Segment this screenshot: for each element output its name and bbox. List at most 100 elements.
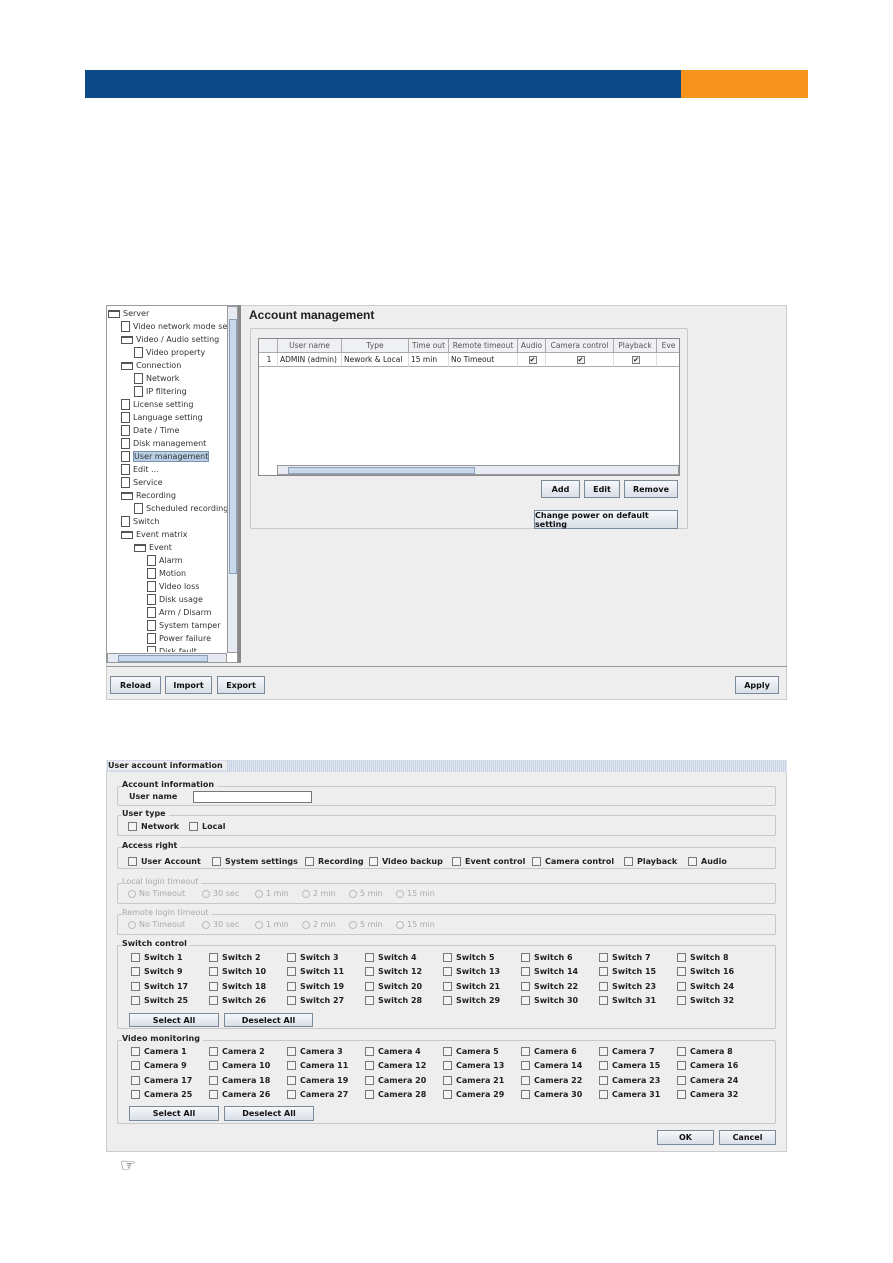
- switch-option[interactable]: Switch 19: [287, 982, 344, 991]
- checkbox[interactable]: [287, 996, 296, 1005]
- switch-option[interactable]: Switch 20: [365, 982, 422, 991]
- camera-option[interactable]: Camera 10: [209, 1061, 270, 1070]
- switch-option[interactable]: Switch 2: [209, 953, 261, 962]
- checkbox[interactable]: [677, 967, 686, 976]
- tree-item[interactable]: Date / Time: [121, 424, 179, 437]
- tree-item[interactable]: Video loss: [147, 580, 199, 593]
- checkbox[interactable]: [677, 1076, 686, 1085]
- checkbox[interactable]: [128, 822, 137, 831]
- tree-item[interactable]: Edit ...: [121, 463, 159, 476]
- checkbox[interactable]: [131, 1090, 140, 1099]
- remote-timeout-option[interactable]: 30 sec: [202, 920, 239, 929]
- checkbox[interactable]: ✔: [576, 355, 585, 364]
- remote-timeout-option[interactable]: 15 min: [396, 920, 435, 929]
- checkbox[interactable]: [521, 1061, 530, 1070]
- checkbox[interactable]: [443, 953, 452, 962]
- camera-option[interactable]: Camera 26: [209, 1090, 270, 1099]
- change-power-on-default-button[interactable]: Change power on default setting: [534, 510, 678, 529]
- tree-item[interactable]: Disk usage: [147, 593, 203, 606]
- checkbox[interactable]: [521, 1076, 530, 1085]
- checkbox[interactable]: [365, 1061, 374, 1070]
- camera-option[interactable]: Camera 13: [443, 1061, 504, 1070]
- checkbox[interactable]: [688, 857, 697, 866]
- camera-option[interactable]: Camera 20: [365, 1076, 426, 1085]
- camera-option[interactable]: Camera 32: [677, 1090, 738, 1099]
- camera-option[interactable]: Camera 1: [131, 1047, 187, 1056]
- checkbox[interactable]: [365, 1090, 374, 1099]
- camera-option[interactable]: Camera 14: [521, 1061, 582, 1070]
- checkbox[interactable]: [624, 857, 633, 866]
- checkbox[interactable]: [599, 1061, 608, 1070]
- checkbox[interactable]: [521, 953, 530, 962]
- camera-option[interactable]: Camera 3: [287, 1047, 343, 1056]
- switch-option[interactable]: Switch 14: [521, 967, 578, 976]
- tree-item[interactable]: Arm / Disarm: [147, 606, 212, 619]
- checkbox[interactable]: [287, 1047, 296, 1056]
- checkbox[interactable]: [209, 1090, 218, 1099]
- radio-button[interactable]: [202, 889, 210, 898]
- switch-option[interactable]: Switch 24: [677, 982, 734, 991]
- access-right-option[interactable]: Recording: [305, 857, 364, 866]
- radio-button[interactable]: [396, 889, 404, 898]
- column-header[interactable]: Camera control: [546, 339, 614, 353]
- checkbox[interactable]: [131, 1047, 140, 1056]
- switch-option[interactable]: Switch 15: [599, 967, 656, 976]
- switch-option[interactable]: Switch 11: [287, 967, 344, 976]
- switch-option[interactable]: Switch 13: [443, 967, 500, 976]
- ok-button[interactable]: OK: [657, 1130, 714, 1145]
- checkbox[interactable]: [287, 953, 296, 962]
- tree-item[interactable]: Video / Audio setting: [121, 333, 219, 346]
- switch-option[interactable]: Switch 28: [365, 996, 422, 1005]
- remote-timeout-option[interactable]: No Timeout: [128, 920, 185, 929]
- tree-item[interactable]: Alarm: [147, 554, 183, 567]
- checkbox[interactable]: [287, 967, 296, 976]
- radio-button[interactable]: [396, 920, 404, 929]
- camera-option[interactable]: Camera 15: [599, 1061, 660, 1070]
- switch-option[interactable]: Switch 6: [521, 953, 573, 962]
- local-timeout-option[interactable]: 30 sec: [202, 889, 239, 898]
- camera-option[interactable]: Camera 8: [677, 1047, 733, 1056]
- switch-select-all-button[interactable]: Select All: [129, 1013, 219, 1027]
- switch-option[interactable]: Switch 7: [599, 953, 651, 962]
- tree-item[interactable]: Motion: [147, 567, 186, 580]
- switch-option[interactable]: Switch 9: [131, 967, 183, 976]
- checkbox[interactable]: [599, 953, 608, 962]
- switch-option[interactable]: Switch 16: [677, 967, 734, 976]
- switch-option[interactable]: Switch 3: [287, 953, 339, 962]
- checkbox[interactable]: [443, 996, 452, 1005]
- checkbox[interactable]: [189, 822, 198, 831]
- checkbox[interactable]: [599, 982, 608, 991]
- tree-item[interactable]: Language setting: [121, 411, 203, 424]
- tree-item[interactable]: Event: [134, 541, 172, 554]
- camera-option[interactable]: Camera 21: [443, 1076, 504, 1085]
- checkbox[interactable]: [677, 1061, 686, 1070]
- tree-item[interactable]: Disk fault: [147, 645, 197, 652]
- checkbox[interactable]: [305, 857, 314, 866]
- checkbox[interactable]: [599, 967, 608, 976]
- checkbox[interactable]: [365, 996, 374, 1005]
- remote-timeout-option[interactable]: 1 min: [255, 920, 289, 929]
- radio-button[interactable]: [255, 889, 263, 898]
- checkbox[interactable]: [128, 857, 137, 866]
- switch-option[interactable]: Switch 30: [521, 996, 578, 1005]
- add-button[interactable]: Add: [541, 480, 580, 498]
- tree-item[interactable]: Disk management: [121, 437, 206, 450]
- camera-option[interactable]: Camera 17: [131, 1076, 192, 1085]
- radio-button[interactable]: [128, 920, 136, 929]
- checkbox[interactable]: [209, 953, 218, 962]
- column-header[interactable]: Playback: [614, 339, 657, 353]
- checkbox[interactable]: [677, 996, 686, 1005]
- access-right-option[interactable]: Playback: [624, 857, 677, 866]
- tree-item[interactable]: Network: [134, 372, 179, 385]
- apply-button[interactable]: Apply: [735, 676, 779, 694]
- column-header[interactable]: Type: [342, 339, 409, 353]
- column-header[interactable]: Eve: [657, 339, 679, 353]
- tree-item[interactable]: Power failure: [147, 632, 211, 645]
- radio-button[interactable]: [255, 920, 263, 929]
- camera-option[interactable]: Camera 22: [521, 1076, 582, 1085]
- switch-option[interactable]: Switch 12: [365, 967, 422, 976]
- checkbox[interactable]: [209, 982, 218, 991]
- switch-option[interactable]: Switch 31: [599, 996, 656, 1005]
- tree-horizontal-scrollbar[interactable]: [107, 653, 227, 663]
- checkbox[interactable]: [287, 1061, 296, 1070]
